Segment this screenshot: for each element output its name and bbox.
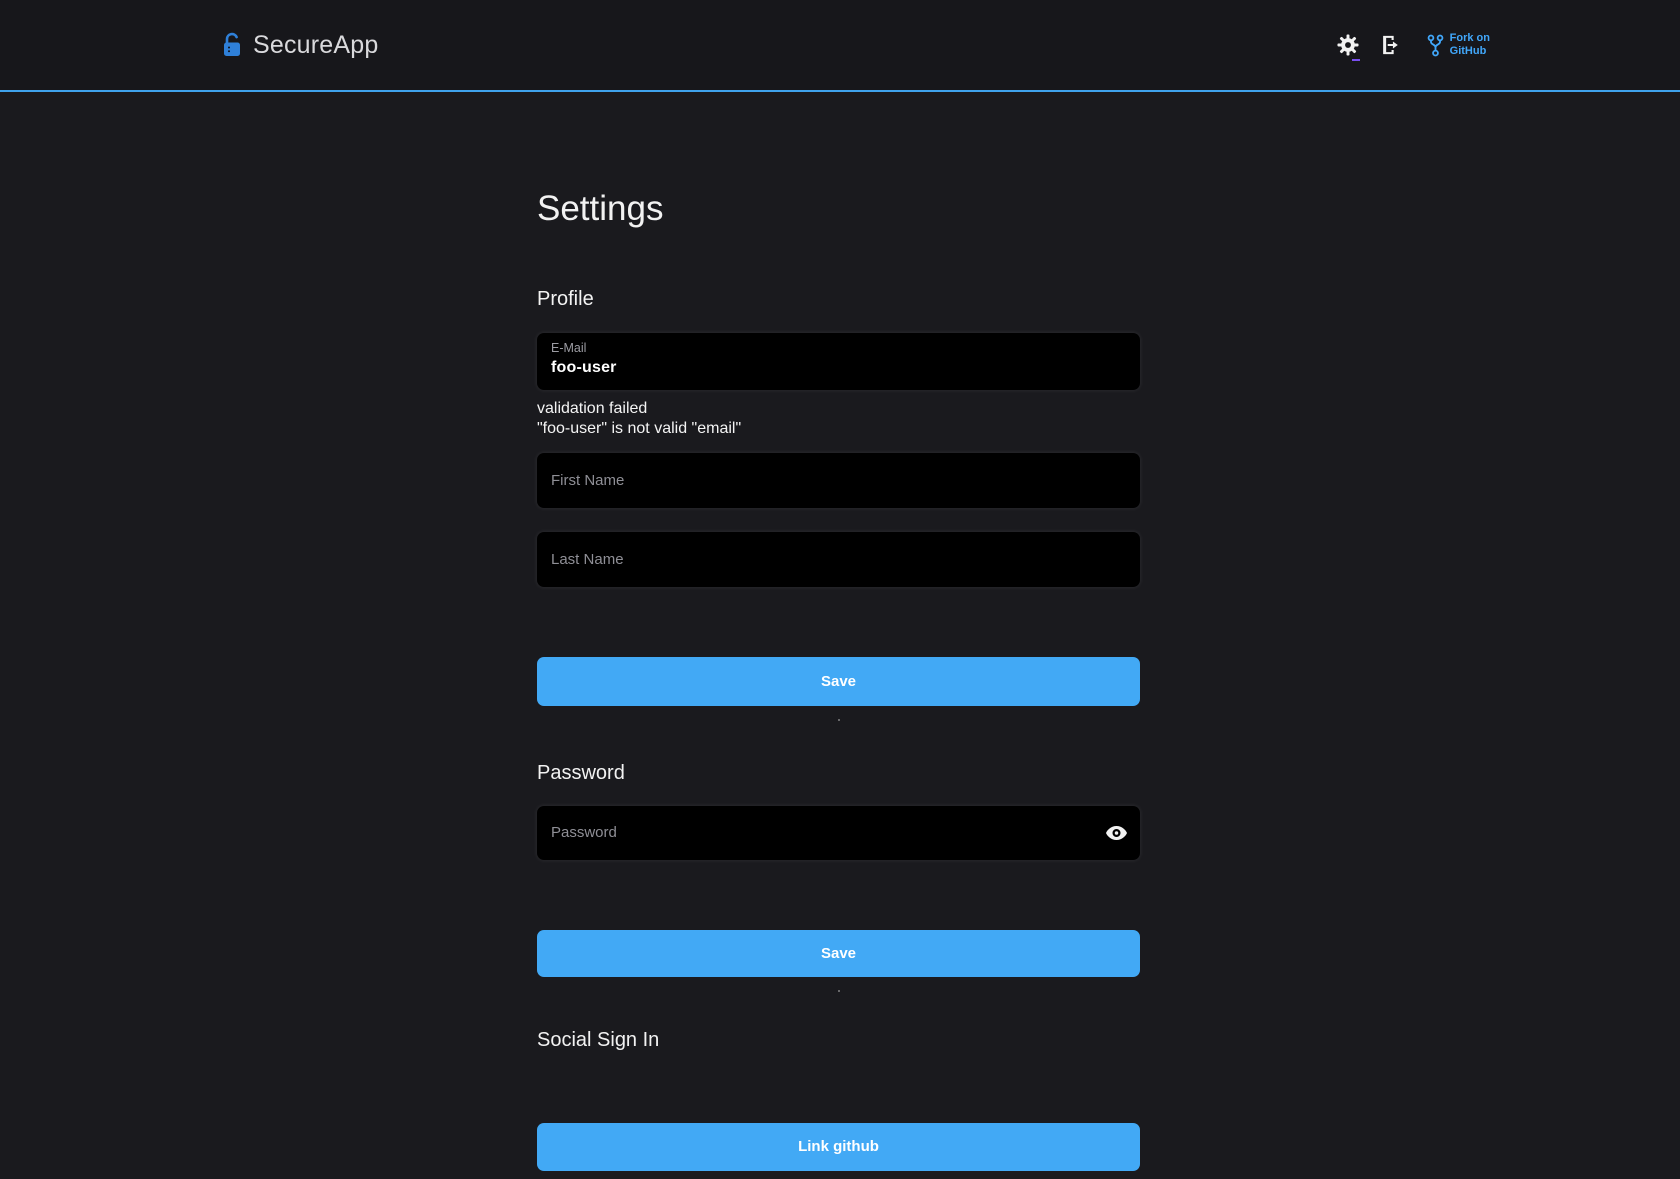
fork-link-label: Fork on GitHub <box>1450 32 1490 58</box>
email-validation-error: validation failed "foo-user" is not vali… <box>537 399 1140 439</box>
first-name-input[interactable] <box>537 453 1140 508</box>
page-title: Settings <box>537 190 1140 229</box>
logout-icon <box>1379 34 1401 56</box>
link-github-button[interactable]: Link github <box>537 1123 1140 1171</box>
save-password-button[interactable]: Save <box>537 930 1140 977</box>
toggle-password-visibility-button[interactable] <box>1106 825 1127 840</box>
social-signin-section-heading: Social Sign In <box>537 1028 1140 1052</box>
fork-on-github-link[interactable]: Fork on GitHub <box>1427 32 1490 58</box>
eye-icon <box>1106 825 1127 840</box>
password-input[interactable] <box>537 806 1140 860</box>
save-profile-button[interactable]: Save <box>537 657 1140 706</box>
profile-section-heading: Profile <box>537 287 1140 311</box>
settings-gear-button[interactable] <box>1337 34 1359 56</box>
validation-error-detail: "foo-user" is not valid "email" <box>537 419 1140 439</box>
email-field-label: E-Mail <box>551 341 1126 356</box>
gear-active-indicator <box>1352 59 1360 61</box>
logout-button[interactable] <box>1379 34 1401 56</box>
navbar-actions: Fork on GitHub <box>1337 32 1490 58</box>
brand: SecureApp <box>222 31 379 60</box>
lock-icon <box>222 32 242 58</box>
password-field <box>537 806 1140 860</box>
email-input[interactable] <box>551 356 1126 377</box>
section-divider-dot <box>838 719 840 721</box>
validation-error-title: validation failed <box>537 399 1140 419</box>
section-divider-dot <box>838 990 840 992</box>
navbar: SecureApp <box>0 0 1680 92</box>
password-section-heading: Password <box>537 761 1140 785</box>
app-title: SecureApp <box>253 31 379 60</box>
email-field: E-Mail <box>537 333 1140 390</box>
last-name-input[interactable] <box>537 532 1140 587</box>
gear-icon <box>1337 34 1359 56</box>
git-fork-icon <box>1427 34 1444 57</box>
settings-page: Settings Profile E-Mail validation faile… <box>537 92 1140 1171</box>
